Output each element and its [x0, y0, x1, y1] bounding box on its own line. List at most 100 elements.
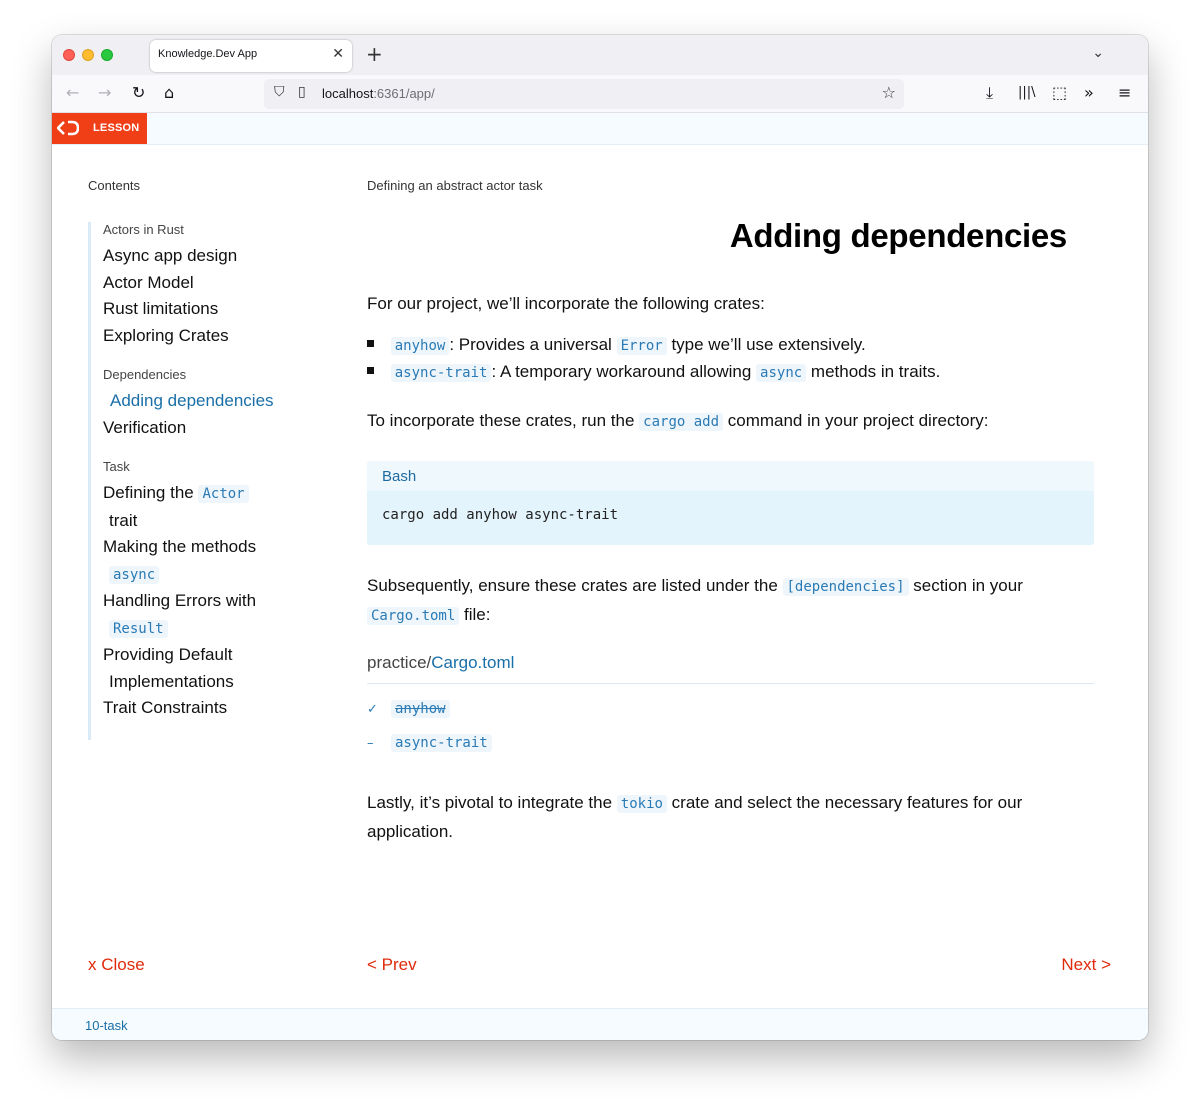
toc-item-exploring-crates[interactable]: Exploring Crates [103, 323, 338, 350]
toc-item-actor-model[interactable]: Actor Model [103, 270, 338, 297]
code-block[interactable]: Bash cargo add anyhow async-trait [367, 461, 1094, 545]
tab-strip: Knowledge.Dev App ✕ + ⌄ [52, 35, 1148, 75]
intro-paragraph: For our project, we’ll incorporate the f… [367, 294, 765, 313]
app-header: LESSON [52, 113, 1148, 145]
toc-item-adding-dependencies[interactable]: Adding dependencies [103, 388, 338, 415]
bookmark-star-icon[interactable]: ☆ [882, 83, 896, 102]
dependency-name: anyhow [391, 700, 450, 718]
list-item: anyhow: Provides a universal Error type … [367, 335, 866, 355]
lesson-badge[interactable]: LESSON [52, 113, 147, 144]
new-tab-icon[interactable]: + [366, 42, 383, 66]
checkmark-icon: ✓ [367, 702, 378, 717]
window-close-button[interactable] [63, 49, 75, 61]
shield-icon[interactable]: ⛉ [274, 84, 285, 100]
paragraph-text: application. [367, 822, 454, 841]
window-minimize-button[interactable] [82, 49, 94, 61]
file-path-prefix: practice/ [367, 653, 432, 672]
toc-item-text: Making the methods [103, 537, 257, 556]
page-title: Adding dependencies [729, 217, 1067, 254]
table-of-contents: Actors in Rust Async app design Actor Mo… [88, 222, 338, 740]
toc-item-making-methods-async[interactable]: Making the methods async [103, 534, 338, 588]
code-language-label: Bash [367, 461, 1094, 491]
toc-item-providing-defaults[interactable]: Providing Default Implementations [103, 642, 338, 695]
browser-window: Knowledge.Dev App ✕ + ⌄ ← → ↻ ⌂ ⛉ ▯ loca… [52, 35, 1148, 1040]
toc-group-title: Actors in Rust [103, 222, 184, 237]
breadcrumb: Defining an abstract actor task [367, 178, 543, 193]
toc-item-trait-constraints[interactable]: Trait Constraints [103, 695, 338, 722]
toc-item-handling-errors[interactable]: Handling Errors with Result [103, 588, 338, 642]
status-text: 10-task [85, 1018, 128, 1033]
close-button[interactable]: x Close [88, 955, 145, 975]
toc-item-code: Actor [198, 485, 249, 503]
paragraph-text: section in your [908, 576, 1023, 595]
dependencies-paragraph: Subsequently, ensure these crates are li… [367, 572, 1067, 630]
bullet-text: : Provides a universal [449, 335, 617, 354]
code-content[interactable]: cargo add anyhow async-trait [367, 491, 1094, 539]
browser-tab[interactable]: Knowledge.Dev App ✕ [150, 40, 352, 72]
run-command-paragraph: To incorporate these crates, run the car… [367, 407, 1067, 436]
next-button[interactable]: Next > [1061, 955, 1111, 975]
brand-logo-icon [57, 120, 79, 136]
inline-code: Error [616, 337, 667, 355]
toc-item-defining-actor-trait[interactable]: Defining the Actor trait [103, 480, 338, 534]
home-icon[interactable]: ⌂ [164, 83, 174, 103]
bullet-text: : A temporary workaround allowing [491, 362, 757, 381]
dependency-item[interactable]: ✓ anyhow [367, 700, 450, 718]
url-text[interactable]: localhost:6361/app/ [322, 86, 435, 101]
toc-item-text: Providing Default [103, 645, 233, 664]
toc-item-text: Defining the [103, 483, 194, 502]
window-zoom-button[interactable] [101, 49, 113, 61]
bullet-text: type we’ll use extensively. [666, 335, 866, 354]
toc-item-tail: Implementations [109, 671, 234, 691]
inline-code: Cargo.toml [367, 607, 460, 625]
inline-code: tokio [616, 795, 667, 813]
extensions-icon[interactable]: ⬚ [1052, 83, 1067, 103]
toc-item-async-app-design[interactable]: Async app design [103, 243, 338, 270]
paragraph-text: crate and select the necessary features … [666, 793, 1023, 812]
paragraph-text: command in your project directory: [723, 411, 989, 430]
tab-close-icon[interactable]: ✕ [332, 46, 344, 62]
prev-button[interactable]: < Prev [367, 955, 417, 975]
paragraph-text: Subsequently, ensure these crates are li… [367, 576, 783, 595]
hamburger-menu-icon[interactable]: ≡ [1118, 83, 1131, 103]
overflow-chevrons-icon[interactable]: » [1084, 83, 1094, 103]
chevron-down-icon[interactable]: ⌄ [1092, 45, 1104, 61]
download-icon[interactable]: ⤓ [986, 83, 993, 103]
address-bar[interactable]: ⛉ ▯ localhost:6361/app/ ☆ [264, 79, 904, 109]
file-path: practice/Cargo.toml [367, 653, 514, 673]
tab-title: Knowledge.Dev App [158, 48, 258, 60]
toc-group-title: Task [103, 459, 130, 474]
crate-code: async-trait [390, 364, 492, 382]
library-icon[interactable]: |||\ [1018, 83, 1036, 103]
url-host: localhost [322, 86, 374, 101]
dependency-name: async-trait [391, 734, 492, 752]
bullet-text: methods in traits. [806, 362, 941, 381]
lesson-label: LESSON [93, 122, 140, 134]
url-path: :6361/app/ [373, 86, 435, 101]
dependency-item[interactable]: – async-trait [367, 734, 492, 752]
toc-item-rust-limitations[interactable]: Rust limitations [103, 296, 338, 323]
inline-code: [dependencies] [782, 578, 909, 596]
crate-code: anyhow [390, 337, 450, 355]
inline-code: async [756, 364, 807, 382]
page-icon[interactable]: ▯ [298, 84, 306, 100]
toc-item-verification[interactable]: Verification [103, 415, 338, 442]
contents-heading: Contents [88, 178, 141, 193]
list-item: async-trait: A temporary workaround allo… [367, 362, 940, 382]
status-bar: 10-task [52, 1008, 1148, 1040]
paragraph-text: To incorporate these crates, run the [367, 411, 640, 430]
toc-item-tail: trait [109, 510, 138, 530]
tokio-paragraph: Lastly, it’s pivotal to integrate the to… [367, 789, 1067, 845]
toc-group-title: Dependencies [103, 367, 187, 382]
navigation-bar: ← → ↻ ⌂ ⛉ ▯ localhost:6361/app/ ☆ ⤓ |||\… [52, 75, 1148, 113]
dash-icon: – [367, 736, 374, 751]
reload-icon[interactable]: ↻ [132, 83, 145, 103]
toc-item-code: async [109, 565, 160, 584]
paragraph-text: Lastly, it’s pivotal to integrate the [367, 793, 617, 812]
inline-code: cargo add [639, 413, 724, 431]
paragraph-text: file: [459, 605, 491, 624]
divider [367, 683, 1094, 684]
forward-arrow-icon[interactable]: → [98, 83, 111, 103]
back-arrow-icon[interactable]: ← [66, 83, 79, 103]
file-link[interactable]: Cargo.toml [431, 653, 514, 672]
